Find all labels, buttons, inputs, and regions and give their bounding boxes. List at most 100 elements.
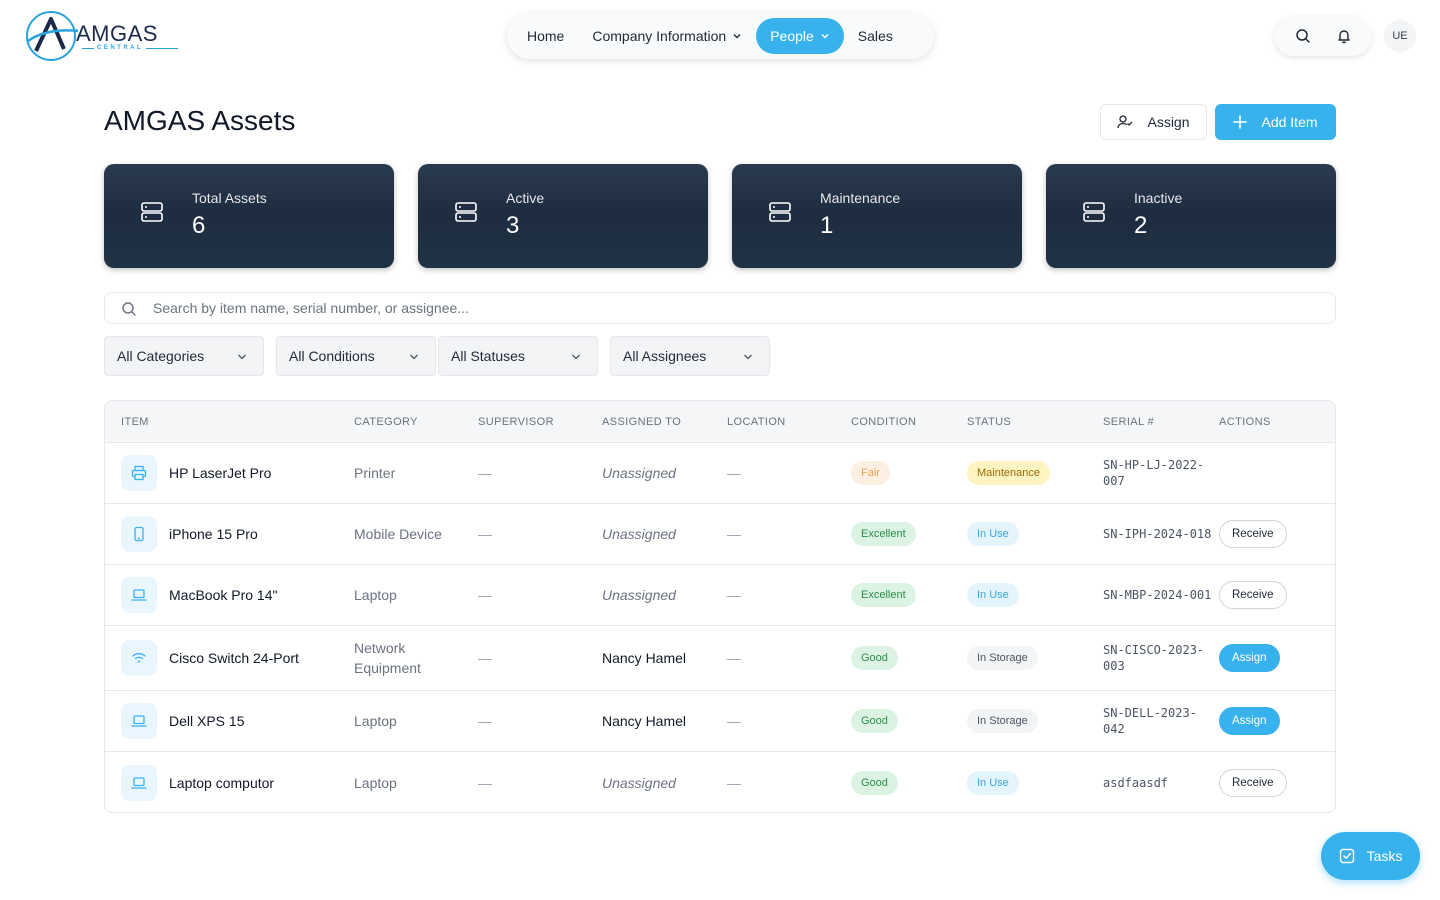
notifications-button[interactable] — [1329, 21, 1359, 51]
stat-value: 2 — [1134, 212, 1148, 239]
tasks-label: Tasks — [1366, 848, 1403, 864]
table-row[interactable]: HP LaserJet Pro Printer — Unassigned — F… — [105, 443, 1335, 504]
item-supervisor: — — [478, 713, 492, 729]
table-row[interactable]: Laptop computor Laptop — Unassigned — Go… — [105, 752, 1335, 812]
table-row[interactable]: iPhone 15 Pro Mobile Device — Unassigned… — [105, 504, 1335, 565]
col-header-category: Category — [354, 416, 418, 428]
nav-sales[interactable]: Sales — [844, 18, 907, 54]
item-assigned: Nancy Hamel — [602, 650, 687, 666]
nav-label: Company Information — [592, 28, 727, 44]
item-location: — — [727, 713, 741, 729]
brand-name: AMGAS — [76, 21, 158, 46]
item-location: — — [727, 774, 741, 791]
item-supervisor: — — [478, 526, 492, 542]
receive-button[interactable]: Receive — [1219, 768, 1287, 797]
condition-badge: Good — [851, 770, 898, 795]
filter-conditions[interactable]: All Conditions — [276, 336, 436, 376]
item-serial: SN-DELL-2023-042 — [1103, 706, 1197, 736]
brand-subtitle: CENTRAL — [94, 45, 147, 51]
search-icon — [122, 302, 136, 316]
status-badge: In Storage — [967, 646, 1038, 670]
receive-button[interactable]: Receive — [1219, 581, 1287, 609]
condition-badge: Good — [851, 709, 898, 733]
user-check-icon — [1117, 115, 1133, 129]
chevron-down-icon — [744, 354, 752, 360]
nav-label: Sales — [857, 28, 893, 44]
item-serial: SN-MBP-2024-001 — [1103, 588, 1212, 602]
item-supervisor: — — [478, 587, 492, 603]
user-avatar[interactable]: UE — [1384, 20, 1416, 52]
item-serial: SN-IPH-2024-018 — [1103, 527, 1212, 541]
bell-icon — [1337, 30, 1350, 44]
server-icon — [1083, 202, 1105, 222]
condition-badge: Fair — [851, 461, 890, 485]
server-icon — [455, 202, 477, 222]
item-name: MacBook Pro 14" — [169, 587, 278, 603]
stat-label: Maintenance — [820, 190, 901, 206]
item-category: Laptop — [354, 774, 397, 791]
stat-label: Total Assets — [192, 190, 267, 206]
printer-icon — [121, 455, 157, 491]
item-serial: SN-CISCO-2023-003 — [1103, 643, 1205, 673]
item-serial: SN-HP-LJ-2022-007 — [1103, 458, 1205, 488]
assign-row-button[interactable]: Assign — [1219, 707, 1280, 735]
condition-badge: Excellent — [851, 522, 916, 546]
col-header-condition: Condition — [851, 416, 917, 428]
wifi-icon — [121, 640, 157, 676]
item-name: iPhone 15 Pro — [169, 526, 258, 542]
item-assigned: Unassigned — [602, 465, 676, 481]
stat-value: 1 — [820, 212, 834, 239]
chevron-down-icon — [238, 354, 246, 360]
col-header-supervisor: Supervisor — [478, 416, 554, 428]
stat-card-active: Active 3 — [418, 164, 708, 268]
search-input[interactable] — [153, 293, 1323, 323]
filter-assignees[interactable]: All Assignees — [610, 336, 770, 376]
asset-search — [104, 292, 1336, 324]
server-icon — [769, 202, 791, 222]
item-category: Mobile Device — [354, 526, 442, 542]
search-button[interactable] — [1288, 21, 1318, 51]
laptop-icon — [121, 703, 157, 739]
assign-row-button[interactable]: Assign — [1219, 644, 1280, 672]
table-row[interactable]: Dell XPS 15 Laptop — Nancy Hamel — Good … — [105, 691, 1335, 752]
item-category: Laptop — [354, 587, 397, 603]
table-row[interactable]: Cisco Switch 24-Port Network Equipment —… — [105, 626, 1335, 691]
status-badge: In Use — [967, 522, 1019, 546]
item-name: Cisco Switch 24-Port — [169, 650, 299, 666]
col-header-serial: Serial # — [1103, 416, 1155, 428]
tasks-button[interactable]: Tasks — [1321, 832, 1420, 880]
item-supervisor: — — [478, 650, 492, 666]
page-title: AMGAS Assets — [104, 105, 296, 136]
chevron-down-icon — [572, 354, 580, 360]
col-header-assigned-to: Assigned To — [602, 416, 682, 428]
nav-home[interactable]: Home — [513, 18, 578, 54]
laptop-icon — [121, 764, 157, 801]
col-header-item: Item — [121, 416, 149, 428]
item-category: Network Equipment — [354, 640, 421, 676]
add-item-label: Add Item — [1261, 114, 1318, 130]
item-assigned: Nancy Hamel — [602, 713, 687, 729]
receive-button[interactable]: Receive — [1219, 520, 1287, 548]
filter-statuses[interactable]: All Statuses — [438, 336, 598, 376]
add-item-button[interactable]: Add Item — [1215, 104, 1336, 140]
search-icon — [1295, 29, 1310, 43]
brand-logo[interactable]: AMGAS CENTRAL — [24, 9, 178, 63]
item-assigned: Unassigned — [602, 587, 676, 603]
table-row[interactable]: MacBook Pro 14" Laptop — Unassigned — Ex… — [105, 565, 1335, 626]
filter-label: All Categories — [117, 348, 205, 364]
condition-badge: Good — [851, 646, 898, 670]
server-icon — [141, 202, 163, 222]
condition-badge: Excellent — [851, 583, 916, 607]
assign-button[interactable]: Assign — [1100, 104, 1207, 140]
filter-categories[interactable]: All Categories — [104, 336, 264, 376]
nav-company-information[interactable]: Company Information — [578, 18, 756, 54]
status-badge: In Storage — [967, 709, 1038, 733]
chevron-down-icon — [733, 34, 741, 39]
stat-value: 6 — [192, 212, 206, 239]
logo-mark-icon — [26, 11, 78, 61]
stat-label: Inactive — [1134, 190, 1183, 206]
item-location: — — [727, 587, 741, 603]
nav-people[interactable]: People — [756, 18, 844, 54]
checkbox-icon — [1339, 848, 1354, 864]
header-tools — [1274, 16, 1372, 56]
